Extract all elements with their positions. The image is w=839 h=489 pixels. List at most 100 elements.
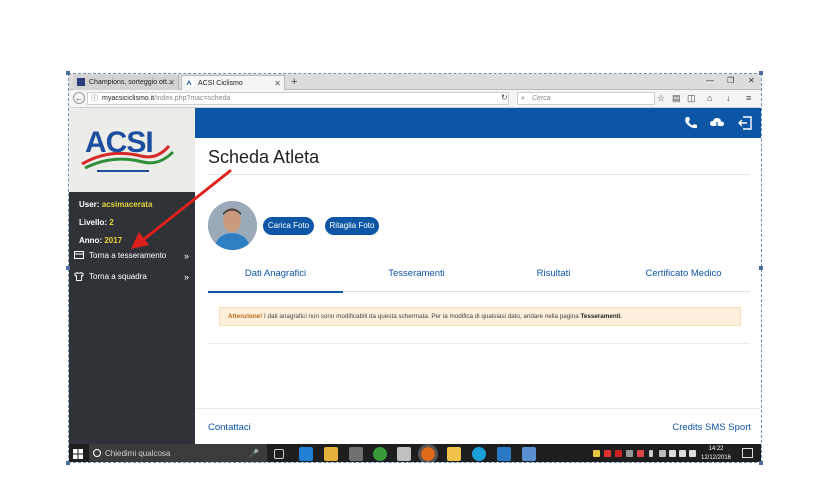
store-icon[interactable] [349,447,363,461]
warning-alert: Attenzione! I dati anagrafici non sono m… [219,307,741,326]
screenshot-frame: Champions, sorteggio ott... ✕ ACSI Cicli… [68,73,762,463]
app-icon[interactable] [522,447,536,461]
tray-icon[interactable] [626,450,633,457]
reload-icon[interactable]: ↻ [501,93,508,102]
bookmark-star-icon[interactable]: ☆ [657,93,665,104]
cortana-icon [93,449,101,457]
sidebar-item-squadra[interactable]: Torna a squadra » [69,267,195,287]
logout-icon[interactable] [737,115,753,131]
tab-tesseramenti[interactable]: Tesseramenti [349,263,484,291]
new-tab-icon[interactable]: + [291,75,297,89]
alert-text: I dati anagrafici non sono modificabili … [262,313,581,320]
main-content: Scheda Atleta Carica Foto Ritaglia Foto … [195,138,761,444]
sidebar-item-label: Torna a squadra [89,272,147,281]
home-icon[interactable]: ⌂ [707,93,712,104]
credits-link[interactable]: Credits SMS Sport [672,422,751,433]
close-tab-icon[interactable]: ✕ [274,76,281,90]
firefox-icon[interactable] [418,444,438,462]
divider [208,174,750,175]
volume-icon[interactable] [689,450,696,457]
sidebar-item-label: Torna a tesseramento [89,251,167,260]
taskbar-clock[interactable]: 14:22 12/12/2016 [699,445,733,462]
tab-risultati[interactable]: Risultati [486,263,621,291]
close-tab-icon[interactable]: ✕ [168,75,175,90]
windows-taskbar: Chiedimi qualcosa 🎤 14:22 12/12/2016 [69,444,761,462]
restore-icon[interactable]: ❐ [727,74,734,88]
sidebar-item-tesseramento[interactable]: Torna a tesseramento » [69,246,195,266]
frame-handle [759,71,763,75]
pocket-icon[interactable]: ◫ [687,93,696,104]
bluetooth-icon[interactable] [649,450,653,457]
microphone-icon[interactable]: 🎤 [249,444,259,462]
address-bar[interactable]: ⓘ myacsiciclismo.it/index.php?mac=scheda [87,92,509,105]
tab-certificato-medico[interactable]: Certificato Medico [616,263,751,291]
alert-prefix: Attenzione! [228,313,263,320]
alert-end: . [620,313,623,320]
app-header-bar [195,108,761,138]
skype-icon[interactable] [472,447,486,461]
minimize-icon[interactable]: — [706,74,714,88]
battery-icon[interactable] [679,450,686,457]
cloud-download-icon[interactable] [709,115,725,131]
browser-tab-strip: Champions, sorteggio ott... ✕ ACSI Cicli… [69,74,761,90]
acsi-logo-text: ACSI [85,126,153,159]
level-value: 2 [109,218,114,227]
tray-icon[interactable] [593,450,600,457]
browser-search-input[interactable]: ⌕ Cerca [517,92,655,105]
level-label: Livello: [79,218,108,227]
reading-list-icon[interactable]: ▤ [672,93,681,104]
upload-photo-button[interactable]: Carica Foto [263,217,314,235]
file-explorer-icon[interactable] [324,447,338,461]
menu-icon[interactable]: ≡ [746,93,751,104]
user-info: User: acsimacerata Livello: 2 Anno: 2017 [79,196,152,250]
tray-icon[interactable] [615,450,622,457]
wifi-icon[interactable] [669,450,676,457]
footer-divider [195,408,761,409]
crop-photo-button[interactable]: Ritaglia Foto [325,217,379,235]
chevron-right-icon: » [183,251,189,261]
back-arrow-icon[interactable]: ← [73,92,85,104]
tray-icon[interactable] [659,450,666,457]
task-view-icon[interactable] [274,449,284,459]
alert-bold-link: Tesseramenti [580,313,621,320]
page-title: Scheda Atleta [208,147,320,167]
shirt-icon [74,272,84,281]
clock-time: 14:22 [708,446,724,452]
url-path: /index.php?mac=scheda [154,95,231,102]
app-icon[interactable] [497,447,511,461]
notification-icon[interactable] [742,448,753,458]
taskbar-search-placeholder: Chiedimi qualcosa [105,449,171,458]
browser-tab-label: Champions, sorteggio ott... [89,79,173,86]
frame-handle [66,461,70,465]
folder-icon[interactable] [447,447,461,461]
browser-tab-label: ACSI Ciclismo [198,80,243,87]
close-window-icon[interactable]: ✕ [748,74,755,88]
acsi-logo[interactable]: ACSI [69,108,195,192]
athlete-photo-image [208,201,257,250]
contact-link[interactable]: Contattaci [208,422,251,433]
user-value: acsimacerata [101,200,153,209]
taskbar-search-input[interactable]: Chiedimi qualcosa 🎤 [89,444,267,462]
tab-dati-anagrafici[interactable]: Dati Anagrafici [208,263,343,293]
site-favicon-icon [77,78,85,86]
url-host: myacsiciclismo.it [102,95,155,102]
windows-start-icon[interactable] [73,449,83,459]
app-icon[interactable] [397,447,411,461]
frame-handle [66,266,70,270]
phone-icon[interactable] [683,115,699,131]
tray-icon[interactable] [637,450,644,457]
user-label: User: [79,200,100,209]
acsi-favicon-icon [186,79,194,87]
download-icon[interactable]: ↓ [726,93,731,104]
chrome-icon[interactable] [373,447,387,461]
browser-tab-acsi[interactable]: ACSI Ciclismo ✕ [181,75,285,90]
info-icon[interactable]: ⓘ [91,93,98,104]
divider [208,343,750,344]
acsi-logo-mark: ACSI [81,126,175,172]
browser-tab-champions[interactable]: Champions, sorteggio ott... ✕ [73,75,179,90]
chevron-right-icon: » [183,272,189,282]
tray-icon[interactable] [604,450,611,457]
year-value: 2017 [104,236,123,245]
year-label: Anno: [79,236,103,245]
edge-icon[interactable] [299,447,313,461]
